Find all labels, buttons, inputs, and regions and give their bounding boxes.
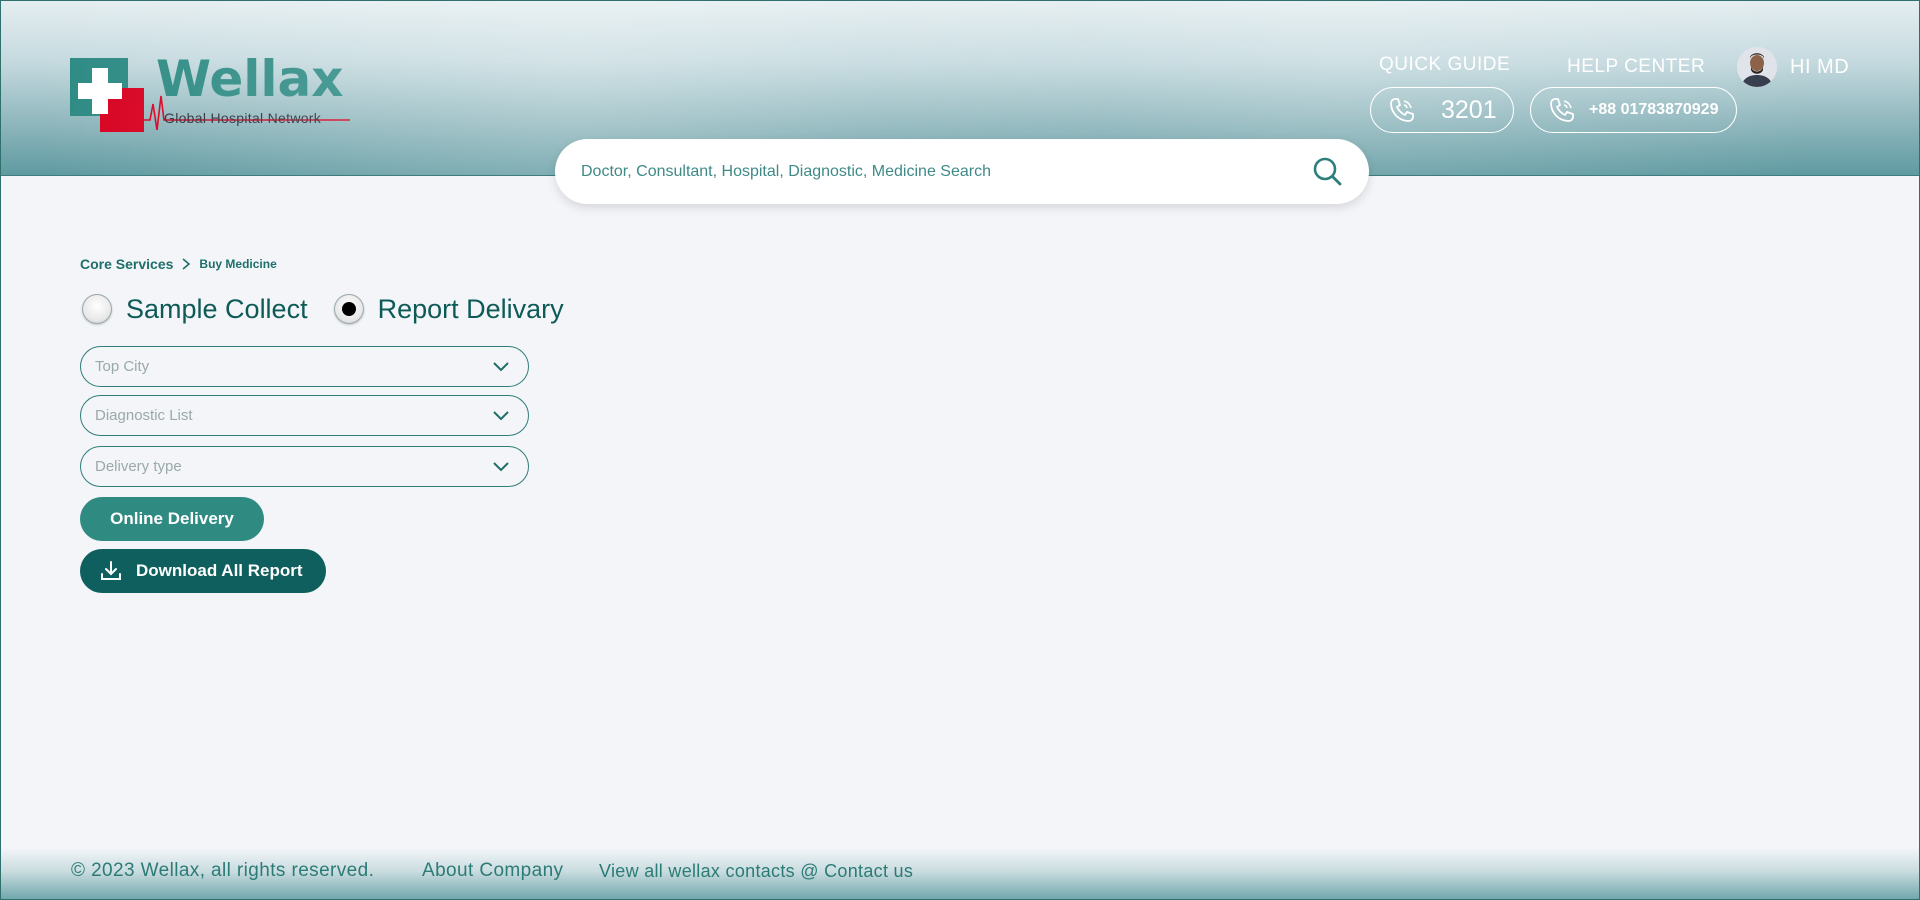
footer-copyright: © 2023 Wellax, all rights reserved.	[71, 860, 375, 881]
service-option-group: Sample Collect Report Delivary	[82, 289, 590, 329]
diagnostic-list-select[interactable]: Diagnostic List	[80, 395, 529, 436]
sample-collect-radio[interactable]	[82, 294, 112, 324]
diagnostic-list-placeholder: Diagnostic List	[95, 407, 193, 424]
quick-guide-label[interactable]: QUICK GUIDE	[1379, 54, 1510, 76]
help-center-label[interactable]: HELP CENTER	[1567, 56, 1705, 78]
download-all-report-label: Download All Report	[136, 561, 303, 580]
chevron-down-icon	[493, 361, 509, 371]
logo[interactable]: Wellax Global Hospital Network	[70, 50, 350, 132]
search-input[interactable]	[581, 162, 1281, 181]
breadcrumb-buy-medicine[interactable]: Buy Medicine	[199, 257, 276, 271]
avatar[interactable]	[1737, 47, 1777, 87]
chevron-down-icon	[493, 461, 509, 471]
user-avatar-icon	[1737, 47, 1777, 87]
footer-about-link[interactable]: About Company	[422, 860, 563, 882]
top-city-select[interactable]: Top City	[80, 346, 529, 387]
help-center-call-button[interactable]: +88 01783870929	[1530, 87, 1737, 133]
phone-icon	[1390, 98, 1414, 122]
chevron-down-icon	[493, 410, 509, 420]
top-city-placeholder: Top City	[95, 358, 150, 375]
search-bar	[555, 139, 1369, 204]
online-delivery-button[interactable]: Online Delivery	[80, 497, 264, 541]
search-icon[interactable]	[1311, 155, 1343, 187]
delivery-type-placeholder: Delivery type	[95, 458, 182, 475]
radio-selected-dot	[341, 302, 356, 316]
heartbeat-line-icon	[144, 95, 350, 130]
download-all-report-button[interactable]: Download All Report	[80, 549, 326, 593]
help-center-number: +88 01783870929	[1589, 101, 1719, 118]
logo-tagline: Global Hospital Network	[164, 110, 322, 126]
report-delivary-label[interactable]: Report Delivary	[378, 294, 564, 325]
delivery-type-select[interactable]: Delivery type	[80, 446, 529, 487]
report-delivary-radio[interactable]	[333, 294, 364, 324]
user-greeting[interactable]: HI MD	[1790, 56, 1849, 79]
footer-contacts-link[interactable]: View all wellax contacts @ Contact us	[599, 861, 913, 882]
sample-collect-label[interactable]: Sample Collect	[126, 294, 308, 325]
phone-icon	[1550, 98, 1574, 122]
breadcrumb-core-services[interactable]: Core Services	[80, 256, 173, 272]
logo-name: Wellax	[156, 50, 344, 108]
quick-guide-call-button[interactable]: 3201	[1370, 87, 1514, 133]
download-icon	[101, 561, 121, 580]
quick-guide-number: 3201	[1441, 95, 1497, 124]
breadcrumb: Core Services Buy Medicine	[80, 256, 277, 272]
medical-cross-icon	[70, 58, 144, 132]
chevron-right-icon	[182, 258, 191, 270]
